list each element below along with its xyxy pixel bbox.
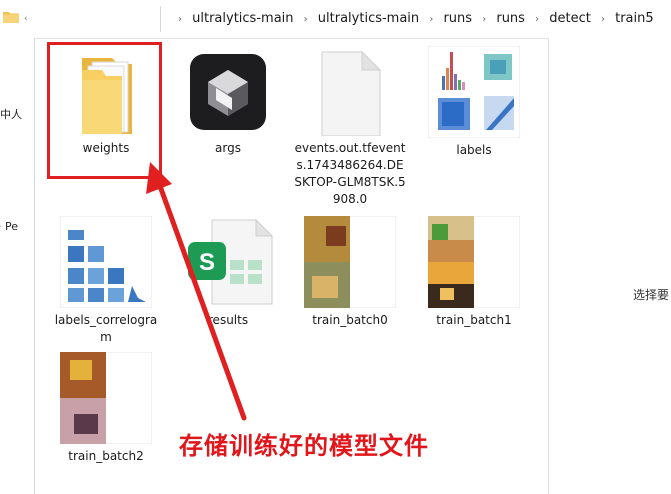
annotation-caption: 存储训练好的模型文件 (179, 432, 429, 460)
annotation-arrow (146, 162, 247, 421)
